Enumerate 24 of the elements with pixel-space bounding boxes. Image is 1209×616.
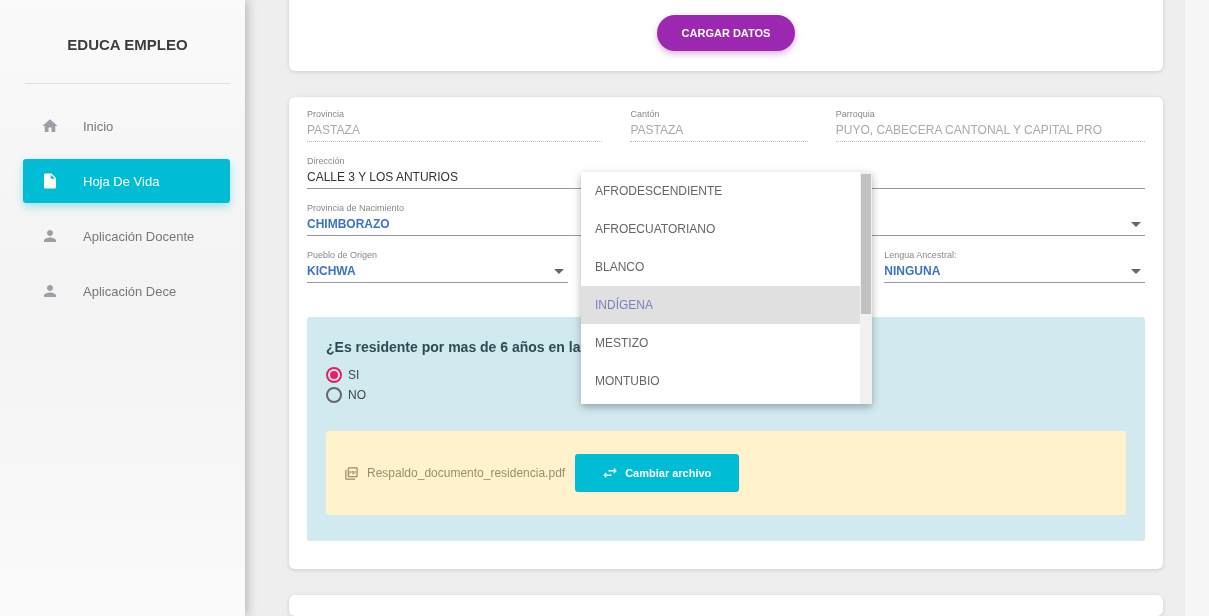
pdf-icon [344, 465, 359, 481]
radio-label: SI [348, 368, 360, 382]
nav-item[interactable]: Aplicación Docente [23, 214, 230, 258]
radio-label: NO [348, 388, 366, 402]
person-icon [41, 227, 59, 245]
nav-item[interactable]: Inicio [23, 104, 230, 148]
caret-icon [1131, 221, 1141, 227]
app-title: EDUCA EMPLEO [25, 0, 230, 84]
question-text: ¿Es residente por mas de 6 años en la [326, 339, 581, 355]
home-icon [41, 117, 59, 135]
scrollbar[interactable] [860, 172, 872, 404]
caret-icon [1131, 268, 1141, 274]
caret-icon [553, 268, 564, 274]
select-field[interactable]: Pueblo de Origen KICHWA [307, 250, 568, 283]
dropdown-option[interactable]: INDÍGENA [581, 286, 860, 324]
person-icon [41, 282, 59, 300]
document-icon [41, 172, 59, 190]
load-data-button[interactable]: CARGAR DATOS [656, 15, 796, 51]
file-name: Respaldo_documento_residencia.pdf [367, 466, 566, 480]
dropdown-option[interactable]: AFRODESCENDIENTE [581, 172, 860, 210]
radio-button[interactable] [326, 367, 342, 383]
select-field[interactable]: Lengua Ancestral: NINGUNA [884, 250, 1145, 283]
radio-button[interactable] [326, 387, 342, 403]
nav-item[interactable]: Aplicación Dece [23, 269, 230, 313]
